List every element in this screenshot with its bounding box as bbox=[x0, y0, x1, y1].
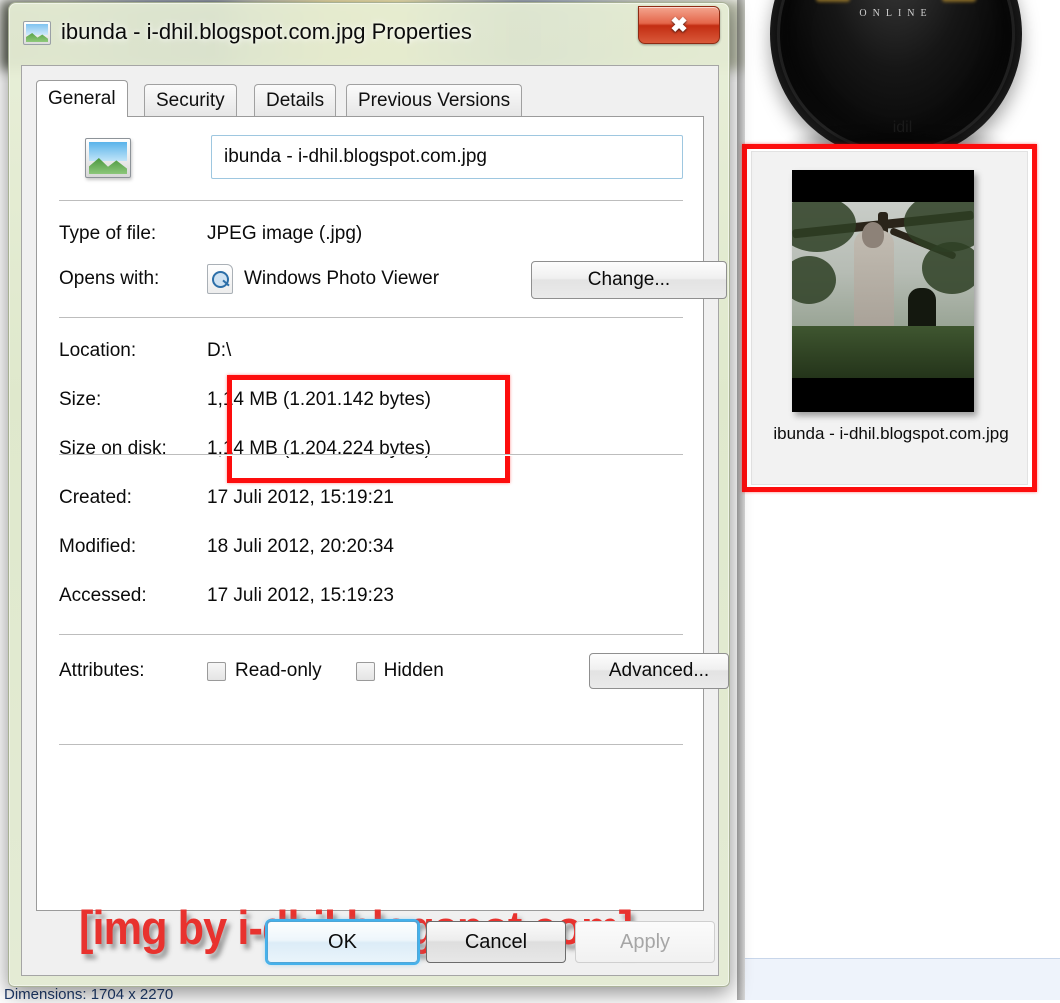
label-created: Created: bbox=[59, 487, 132, 508]
tab-security[interactable]: Security bbox=[144, 84, 237, 116]
checkbox-hidden[interactable]: Hidden bbox=[355, 660, 444, 682]
file-thumbnail bbox=[792, 170, 974, 412]
row-size: Size: 1,14 MB (1.201.142 bytes) bbox=[59, 385, 683, 415]
tab-general[interactable]: General bbox=[36, 80, 128, 117]
checkbox-label-read-only: Read-only bbox=[235, 660, 322, 681]
value-size: 1,14 MB (1.201.142 bytes) bbox=[207, 389, 431, 410]
disc-gold-ornament-left bbox=[816, 0, 850, 2]
label-opens-with: Opens with: bbox=[59, 268, 160, 289]
photo-viewer-icon bbox=[207, 264, 233, 294]
divider bbox=[59, 454, 683, 455]
value-created: 17 Juli 2012, 15:19:21 bbox=[207, 487, 394, 508]
divider bbox=[59, 744, 683, 745]
change-button[interactable]: Change... bbox=[531, 261, 727, 299]
picture-file-icon bbox=[23, 21, 51, 45]
dimensions-status-text: Dimensions: 1704 x 2270 bbox=[4, 986, 174, 1003]
disc-gold-ornament-right bbox=[942, 0, 976, 2]
image-file-icon bbox=[85, 138, 131, 178]
row-modified: Modified: 18 Juli 2012, 20:20:34 bbox=[59, 532, 683, 562]
label-type-of-file: Type of file: bbox=[59, 223, 157, 244]
disc-online-text: ONLINE bbox=[859, 8, 933, 19]
label-accessed: Accessed: bbox=[59, 585, 147, 606]
filename-input[interactable] bbox=[211, 135, 683, 179]
selected-file-highlight-box[interactable]: ibunda - i-dhil.blogspot.com.jpg bbox=[742, 144, 1037, 492]
checkbox-box-read-only[interactable] bbox=[207, 661, 226, 681]
tab-previous-versions[interactable]: Previous Versions bbox=[346, 84, 523, 116]
checkbox-read-only[interactable]: Read-only bbox=[207, 660, 322, 682]
dialog-footer: OK Cancel Apply bbox=[22, 909, 720, 975]
row-type-of-file: Type of file: JPEG image (.jpg) bbox=[59, 219, 683, 249]
thumbnail-grass bbox=[792, 326, 974, 378]
value-opens-with: Windows Photo Viewer bbox=[244, 268, 440, 289]
explorer-details-band bbox=[745, 958, 1060, 1000]
idil-item-label: idil bbox=[892, 119, 913, 136]
row-location: Location: D:\ bbox=[59, 336, 683, 366]
label-attributes: Attributes: bbox=[59, 660, 145, 681]
label-size-on-disk: Size on disk: bbox=[59, 438, 167, 459]
value-size-on-disk: 1,14 MB (1.204.224 bytes) bbox=[207, 438, 431, 459]
dialog-titlebar[interactable]: ibunda - i-dhil.blogspot.com.jpg Propert… bbox=[9, 3, 729, 65]
selected-file-label: ibunda - i-dhil.blogspot.com.jpg bbox=[773, 424, 1009, 443]
checkbox-box-hidden[interactable] bbox=[355, 661, 375, 681]
tab-details[interactable]: Details bbox=[254, 84, 337, 116]
value-location: D:\ bbox=[207, 340, 232, 361]
dialog-title: ibunda - i-dhil.blogspot.com.jpg Propert… bbox=[61, 19, 472, 44]
tree-foliage bbox=[792, 256, 836, 304]
file-properties-dialog: ibunda - i-dhil.blogspot.com.jpg Propert… bbox=[8, 2, 730, 987]
row-size-on-disk: Size on disk: 1,14 MB (1.204.224 bytes) bbox=[59, 434, 683, 464]
tree-foliage bbox=[792, 202, 856, 252]
value-type-of-file: JPEG image (.jpg) bbox=[207, 223, 363, 244]
general-tab-panel: Type of file: JPEG image (.jpg) Opens wi… bbox=[36, 116, 729, 954]
close-icon: ✖ bbox=[670, 13, 688, 37]
value-modified: 18 Juli 2012, 20:20:34 bbox=[207, 536, 394, 557]
label-location: Location: bbox=[59, 340, 137, 361]
tab-strip: General Security Details Previous Versio… bbox=[36, 80, 718, 117]
label-modified: Modified: bbox=[59, 536, 137, 557]
close-button[interactable]: ✖ bbox=[638, 6, 720, 44]
dialog-client-area: General Security Details Previous Versio… bbox=[21, 65, 729, 976]
thumbnail-photo bbox=[792, 202, 974, 378]
label-size: Size: bbox=[59, 389, 102, 410]
thumbnail-person-head bbox=[862, 222, 884, 248]
advanced-button[interactable]: Advanced... bbox=[589, 653, 729, 689]
ok-button[interactable]: OK bbox=[267, 921, 418, 963]
row-accessed: Accessed: 17 Juli 2012, 15:19:23 bbox=[59, 581, 683, 611]
cancel-button[interactable]: Cancel bbox=[426, 921, 566, 963]
divider bbox=[59, 200, 683, 201]
checkbox-label-hidden: Hidden bbox=[383, 660, 444, 681]
selected-file-item[interactable]: ibunda - i-dhil.blogspot.com.jpg bbox=[751, 151, 1028, 485]
divider bbox=[59, 634, 683, 635]
divider bbox=[59, 317, 683, 318]
filename-row bbox=[59, 135, 683, 185]
value-accessed: 17 Juli 2012, 15:19:23 bbox=[207, 585, 394, 606]
apply-button: Apply bbox=[575, 921, 715, 963]
tree-foliage bbox=[922, 242, 974, 294]
row-created: Created: 17 Juli 2012, 15:19:21 bbox=[59, 483, 683, 513]
